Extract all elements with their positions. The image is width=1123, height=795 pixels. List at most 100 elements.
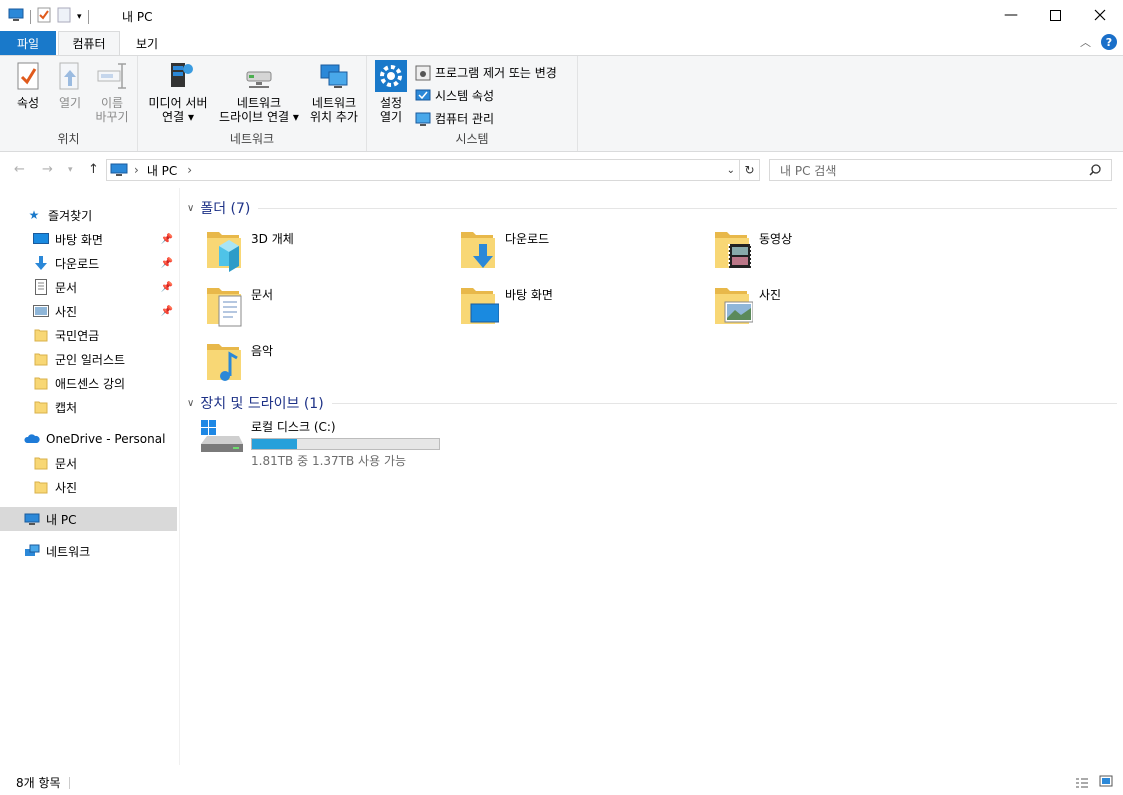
details-view-icon[interactable] [1075, 777, 1089, 789]
maximize-button[interactable] [1032, 0, 1078, 30]
collapse-chevron-icon[interactable]: ∨ [187, 203, 194, 214]
nav-this-pc[interactable]: 내 PC [0, 507, 177, 531]
pin-icon[interactable]: 📌 [161, 258, 173, 269]
nav-quick-item-label: 바탕 화면 [55, 232, 103, 247]
address-bar[interactable]: › 내 PC › ⌄ ↻ [106, 159, 760, 181]
folder-tile[interactable]: 동영상 [713, 226, 963, 276]
nav-quick-access[interactable]: ★ 즐겨찾기 [0, 203, 177, 227]
nav-quick-item[interactable]: 사진 📌 [0, 299, 177, 323]
collapse-ribbon-icon[interactable]: ︿ [1080, 34, 1091, 50]
folder-icon [33, 375, 49, 391]
nav-quick-item[interactable]: 국민연금 [0, 323, 177, 347]
nav-onedrive-item[interactable]: 사진 [0, 475, 177, 499]
nav-quick-item-label: 국민연금 [55, 328, 100, 343]
tab-view[interactable]: 보기 [122, 32, 172, 55]
folder-icon [33, 351, 49, 367]
drive-tile-c[interactable]: 로컬 디스크 (C:) 1.81TB 중 1.37TB 사용 가능 [199, 418, 459, 468]
maximize-icon [1049, 9, 1061, 21]
rename-button[interactable]: 이름 바꾸기 [92, 60, 132, 124]
nav-network[interactable]: 네트워크 [0, 539, 177, 563]
separator [30, 9, 31, 24]
pin-icon[interactable]: 📌 [161, 234, 173, 245]
computer-management-icon [415, 112, 431, 126]
ribbon-help-area: ︿ ? [1080, 34, 1117, 50]
nav-quick-item[interactable]: 군인 일러스트 [0, 347, 177, 371]
system-properties-icon [415, 89, 431, 100]
address-dropdown-icon[interactable]: ⌄ [727, 165, 735, 176]
open-settings-button[interactable]: 설정 열기 [373, 60, 409, 124]
folder-label: 다운로드 [505, 232, 550, 246]
customize-qat-icon[interactable]: ▾ [77, 12, 82, 22]
close-icon [1094, 9, 1106, 21]
network-location-icon [320, 64, 348, 88]
nav-quick-item[interactable]: 애드센스 강의 [0, 371, 177, 395]
ribbon-tabs: 파일 컴퓨터 보기 [0, 30, 1123, 55]
nav-onedrive-item[interactable]: 문서 [0, 451, 177, 475]
refresh-button[interactable]: ↻ [739, 160, 759, 180]
group-system: 설정 열기 프로그램 제거 또는 변경 시스템 속성 컴퓨터 관리 시스템 [367, 56, 578, 151]
computer-icon [8, 8, 24, 25]
pin-icon[interactable]: 📌 [161, 306, 173, 317]
star-icon: ★ [28, 208, 40, 222]
breadcrumb-this-pc[interactable]: 내 PC [147, 162, 177, 179]
nav-quick-item[interactable]: 문서 📌 [0, 275, 177, 299]
computer-management-button[interactable]: 컴퓨터 관리 [415, 110, 494, 127]
forward-button[interactable]: → [42, 162, 53, 177]
local-disk-icon [201, 420, 243, 452]
drive-space-text: 1.81TB 중 1.37TB 사용 가능 [251, 454, 407, 468]
computer-icon [110, 163, 128, 176]
separator [68, 776, 70, 789]
music-icon [207, 344, 241, 381]
collapse-chevron-icon[interactable]: ∨ [187, 398, 194, 409]
download-icon [33, 255, 49, 271]
system-properties-button[interactable]: 시스템 속성 [415, 87, 494, 104]
folder-tile[interactable]: 음악 [205, 338, 455, 388]
breadcrumb-chevron-icon[interactable]: › [187, 163, 192, 177]
program-icon [415, 65, 431, 80]
media-server-button[interactable]: 미디어 서버 연결 ▾ [144, 60, 212, 124]
cloud-icon [24, 431, 40, 447]
minimize-button[interactable]: — [988, 0, 1034, 30]
folder-icon [33, 455, 49, 471]
properties-icon[interactable] [37, 7, 51, 26]
properties-button[interactable]: 속성 [8, 60, 48, 110]
folder-label: 3D 개체 [251, 232, 294, 246]
folder-tile[interactable]: 다운로드 [459, 226, 709, 276]
back-button[interactable]: ← [14, 162, 25, 177]
rename-icon [97, 63, 126, 89]
folder-tile[interactable]: 문서 [205, 282, 455, 332]
section-divider [258, 207, 1117, 209]
properties-icon [17, 62, 39, 90]
nav-onedrive[interactable]: OneDrive - Personal [0, 427, 177, 451]
up-button[interactable]: ↑ [88, 162, 99, 177]
search-input[interactable]: 내 PC 검색 [780, 162, 836, 179]
large-icons-view-icon[interactable] [1099, 775, 1113, 787]
help-icon[interactable]: ? [1101, 34, 1117, 50]
folders-section-header[interactable]: ∨ 폴더 (7) [187, 198, 1117, 218]
new-folder-icon[interactable] [57, 7, 71, 26]
breadcrumb-chevron-icon[interactable]: › [134, 163, 139, 177]
tab-file[interactable]: 파일 [0, 31, 56, 55]
folder-tile[interactable]: 3D 개체 [205, 226, 455, 276]
drives-section-header[interactable]: ∨ 장치 및 드라이브 (1) [187, 393, 1117, 413]
nav-quick-item[interactable]: 바탕 화면 📌 [0, 227, 177, 251]
group-location-label: 위치 [57, 132, 80, 146]
file-list: ∨ 폴더 (7) 3D 개체 다운로드 동영상문서 바탕 화면 사진음악 ∨ 장치 및 … [181, 188, 1123, 765]
title-bar: ▾ 내 PC — [0, 0, 1123, 30]
folder-icon [33, 479, 49, 495]
recent-locations-button[interactable]: ▾ [68, 165, 73, 175]
open-button[interactable]: 열기 [50, 60, 90, 110]
tab-computer[interactable]: 컴퓨터 [58, 31, 120, 55]
window-title: 내 PC [122, 10, 153, 24]
close-button[interactable] [1077, 0, 1123, 30]
add-network-location-button[interactable]: 네트워크 위치 추가 [304, 60, 364, 124]
search-box[interactable]: 내 PC 검색 [769, 159, 1112, 181]
uninstall-program-button[interactable]: 프로그램 제거 또는 변경 [415, 64, 557, 81]
pin-icon[interactable]: 📌 [161, 282, 173, 293]
folder-tile[interactable]: 사진 [713, 282, 963, 332]
nav-quick-item-label: 군인 일러스트 [55, 352, 126, 367]
map-network-drive-button[interactable]: 네트워크 드라이브 연결 ▾ [214, 60, 304, 124]
nav-quick-item[interactable]: 다운로드 📌 [0, 251, 177, 275]
nav-quick-item[interactable]: 캡처 [0, 395, 177, 419]
folder-tile[interactable]: 바탕 화면 [459, 282, 709, 332]
